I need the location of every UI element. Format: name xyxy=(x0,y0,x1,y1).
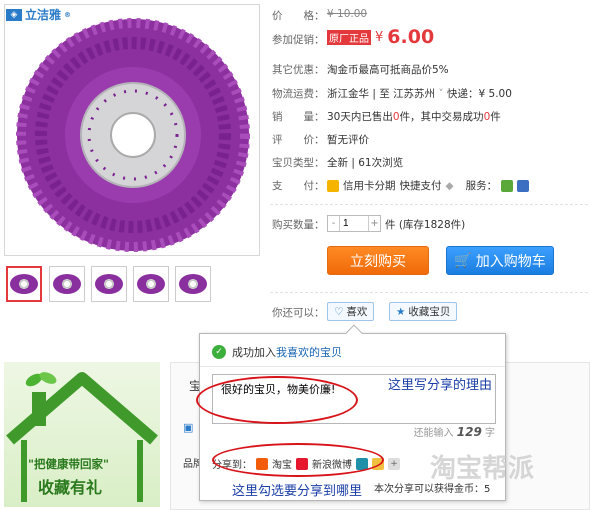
thumb-image xyxy=(137,274,165,294)
success-text: 成功加入 xyxy=(232,346,276,359)
add-to-cart-button[interactable]: 🛒 加入购物车 xyxy=(446,246,554,275)
popup-pointer xyxy=(345,324,363,342)
actions-label: 你还可以： xyxy=(272,307,325,319)
ship-from: 浙江金华 xyxy=(327,88,369,100)
shipping-label: 物流运费： xyxy=(272,88,325,100)
thumb-image xyxy=(179,274,207,294)
buy-now-label: 立刻购买 xyxy=(350,253,406,270)
favorite-label: 收藏宝贝 xyxy=(408,306,451,318)
sales-mid: 件，其中交易成功 xyxy=(399,111,484,123)
promo-tag: 原厂正品 xyxy=(327,29,371,45)
payment-label: 支 付： xyxy=(272,180,325,192)
liked-items-link[interactable]: 我喜欢的宝贝 xyxy=(276,344,342,360)
check-icon: ✓ xyxy=(212,345,226,359)
service-return-icon[interactable] xyxy=(517,179,530,192)
qty-minus-button[interactable]: - xyxy=(328,218,339,229)
quantity-input[interactable] xyxy=(339,216,369,231)
more-share-icon[interactable]: + xyxy=(388,457,400,470)
chevron-down-icon: ˅ xyxy=(435,88,447,100)
service-label: 服务： xyxy=(465,180,498,192)
count-unit: 字 xyxy=(485,428,495,439)
annotation-ellipse-share xyxy=(212,443,384,477)
promo-label: 参加促销： xyxy=(272,34,325,46)
logo-icon: ◈ xyxy=(6,8,22,21)
like-button[interactable]: ♡ 喜欢 xyxy=(327,302,375,321)
original-price: ¥ 10.00 xyxy=(327,8,368,20)
promo-line-1: "把健康带回家" xyxy=(28,457,109,471)
promo-price: 6.00 xyxy=(387,26,435,48)
qty-plus-button[interactable]: + xyxy=(369,218,380,229)
brand-name: 立洁雅 xyxy=(25,8,62,22)
count-label: 还能输入 xyxy=(413,428,454,439)
success-message: ✓ 成功加入 我喜欢的宝贝 xyxy=(212,344,342,360)
review-label: 评 价： xyxy=(272,134,325,146)
divider xyxy=(200,366,505,367)
service-guarantee-icon[interactable] xyxy=(501,179,514,192)
promo-currency: ¥ xyxy=(375,29,384,45)
price-label: 价 格： xyxy=(272,10,325,22)
divider xyxy=(270,292,588,293)
bg-icon: ▣ xyxy=(183,421,194,434)
thumb-image xyxy=(53,274,81,294)
add-to-cart-label: 加入购物车 xyxy=(475,253,546,270)
thumbnail-2[interactable] xyxy=(49,266,85,302)
brand-logo: ◈ 立洁雅 ® xyxy=(6,6,71,23)
pay-fast[interactable]: 快捷支付 xyxy=(400,178,442,193)
sales-post: 件 xyxy=(490,111,501,123)
qty-label: 购买数量： xyxy=(272,219,325,231)
thumbnail-1[interactable] xyxy=(6,266,42,302)
annotation-reason-note: 这里写分享的理由 xyxy=(388,378,493,393)
pay-credit[interactable]: 信用卡分期 xyxy=(343,178,396,193)
sales-pre: 30天内已售出 xyxy=(327,111,393,123)
annotation-share-note: 这里勾选要分享到哪里 xyxy=(232,484,363,499)
other-discount: 淘金币最高可抵商品价5% xyxy=(327,64,449,76)
char-count: 还能输入 129 字 xyxy=(414,424,495,439)
count-value: 129 xyxy=(456,425,482,439)
sales-count: 0 xyxy=(392,111,400,123)
sales-label: 销 量： xyxy=(272,111,325,123)
ship-to-select[interactable]: 江苏苏州 xyxy=(393,88,435,100)
cart-icon: 🛒 xyxy=(454,252,472,269)
mop-head-image xyxy=(16,18,250,252)
thumbnail-3[interactable] xyxy=(91,266,127,302)
divider xyxy=(270,204,588,205)
info-icon: ◆ xyxy=(445,179,454,192)
payment-row: 信用卡分期 快捷支付 ◆ 服务： xyxy=(327,178,530,193)
stock-text: 件 (库存1828件) xyxy=(385,219,466,231)
thumb-image xyxy=(10,274,38,294)
review-value: 暂无评价 xyxy=(327,134,369,146)
credit-card-icon xyxy=(327,179,339,192)
buy-now-button[interactable]: 立刻购买 xyxy=(327,246,429,275)
brand-mark: ® xyxy=(64,10,72,19)
watermark: 淘宝帮派 xyxy=(430,454,535,484)
thumbnail-4[interactable] xyxy=(133,266,169,302)
favorite-button[interactable]: ★ 收藏宝贝 xyxy=(389,302,458,321)
ship-sep: | 至 xyxy=(369,88,394,100)
other-label: 其它优惠： xyxy=(272,64,325,76)
star-icon: ★ xyxy=(396,305,406,318)
thumb-image xyxy=(95,274,123,294)
ship-method: 快递：¥ 5.00 xyxy=(447,88,512,100)
promo-price-row: 原厂正品 ¥ 6.00 xyxy=(327,26,434,48)
promo-line-2: 收藏有礼 xyxy=(38,478,103,497)
sales-row: 30天内已售出0件，其中交易成功0件 xyxy=(327,109,501,124)
quantity-stepper[interactable]: - + xyxy=(327,215,381,232)
annotation-ellipse-reason xyxy=(196,376,358,424)
product-main-image[interactable] xyxy=(4,4,260,256)
thumbnail-5[interactable] xyxy=(175,266,211,302)
heart-icon: ♡ xyxy=(334,305,344,318)
like-label: 喜欢 xyxy=(346,306,368,318)
shipping-row: 浙江金华 | 至 江苏苏州 ˅ 快递：¥ 5.00 xyxy=(327,86,512,101)
type-label: 宝贝类型： xyxy=(272,157,325,169)
type-value: 全新 | 61次浏览 xyxy=(327,157,404,169)
